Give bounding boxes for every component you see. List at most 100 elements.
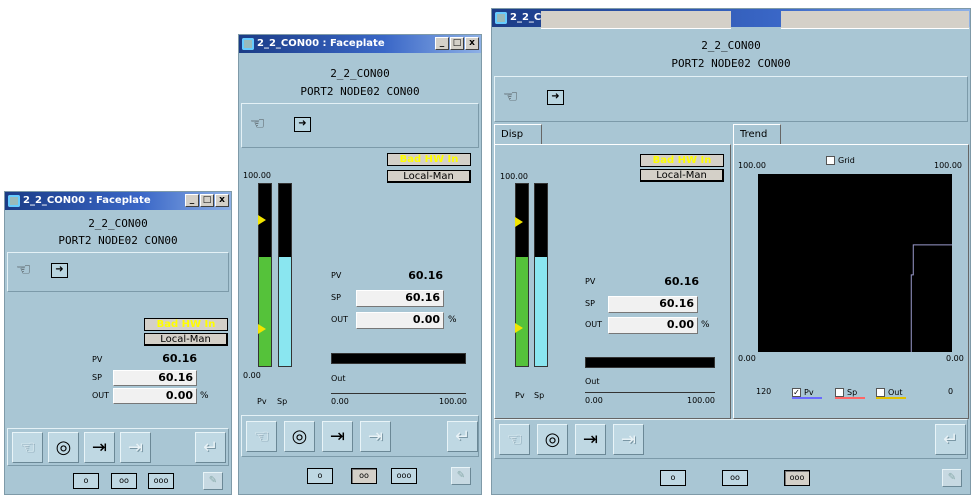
range-hi-label: 100.00 [243,171,271,180]
legend-pv[interactable]: ✓ Pv [792,388,822,399]
tag-name: 2_2_CON00 [88,217,148,230]
legend-out[interactable]: Out [876,388,906,399]
minimize-button[interactable]: _ [435,37,449,50]
bar-pv-label: Pv [515,391,525,400]
out-lo-label: 0.00 [585,396,603,405]
return-icon[interactable]: ↵ [935,424,966,455]
pv-bar [258,183,272,367]
hand-icon[interactable]: ☜ [503,87,518,107]
pin-icon[interactable]: ✎ [942,469,962,487]
sp-label: SP [92,373,102,382]
out-field[interactable]: 0.00 [113,388,197,404]
view-selector: o oo ooo ✎ [494,467,968,489]
out-field[interactable]: 0.00 [356,312,444,329]
view-small-button[interactable]: o [660,470,686,486]
tune-icon[interactable]: ⇥ [322,421,353,452]
tab-strip-fill [781,11,969,29]
title-bar[interactable]: 2_2_CON00 : Faceplate _ □ x [239,35,481,53]
tag-name: 2_2_CON00 [701,39,761,52]
out-checkbox[interactable] [876,388,885,397]
close-button[interactable]: x [465,37,479,50]
enter-icon[interactable]: ➜ [547,90,564,105]
sp-label: SP [331,293,341,302]
mode-spiral-icon[interactable]: ◎ [48,432,79,463]
view-medium-button[interactable]: oo [111,473,137,489]
title-bar[interactable]: 2_2_CON00 : Faceplate _ □ x [5,192,231,210]
enter-icon[interactable]: ⇥ [360,421,391,452]
hand-icon[interactable]: ☜ [250,114,265,134]
enter-icon[interactable]: ⇥ [120,432,151,463]
out-hi-label: 100.00 [687,396,715,405]
app-icon [8,195,20,207]
view-large-button[interactable]: ooo [391,468,417,484]
bar-pv-label: Pv [257,397,267,406]
grid-checkbox[interactable] [826,156,835,165]
maximize-button[interactable]: □ [200,194,214,207]
mode-status[interactable]: Local-Man [144,333,228,346]
tag-description: PORT2 NODE02 CON00 [58,234,178,247]
tune-icon[interactable]: ⇥ [575,424,606,455]
pin-icon[interactable]: ✎ [203,472,223,490]
bar-sp-label: Sp [534,391,545,400]
mode-spiral-icon[interactable]: ◎ [537,424,568,455]
out-scale [585,384,715,393]
window-title: 2_2_CON00 : Faceplate [257,38,385,49]
out-field[interactable]: 0.00 [608,317,698,334]
view-small-button[interactable]: o [307,468,333,484]
view-medium-button[interactable]: oo [722,470,748,486]
out-label: OUT [585,320,603,329]
bar-sp-label: Sp [277,397,288,406]
view-large-button[interactable]: ooo [784,470,810,486]
pin-icon[interactable]: ✎ [451,467,471,485]
mode-status[interactable]: Local-Man [387,170,471,183]
range-lo-label: 0.00 [243,371,261,380]
tab-trend[interactable]: Trend [733,124,781,144]
hand-icon[interactable]: ☜ [16,260,31,280]
pv-marker [258,324,266,334]
mode-spiral-icon[interactable]: ◎ [284,421,315,452]
sp-field[interactable]: 60.16 [608,296,698,313]
pv-bar-fill [516,256,528,366]
maximize-button[interactable]: □ [450,37,464,50]
sp-label: SP [585,299,595,308]
pv-label: PV [585,277,596,286]
minimize-button[interactable]: _ [185,194,199,207]
app-icon [242,38,254,50]
tab-strip-fill [541,11,731,29]
enter-icon[interactable]: ⇥ [613,424,644,455]
return-icon[interactable]: ↵ [195,432,226,463]
out-hi-label: 100.00 [439,397,467,406]
legend-sp[interactable]: Sp [835,388,865,399]
out-label: OUT [331,315,349,324]
view-medium-button[interactable]: oo [351,468,377,484]
mode-status[interactable]: Local-Man [640,169,724,182]
sp-field[interactable]: 60.16 [113,370,197,386]
pv-checkbox[interactable]: ✓ [792,388,801,397]
tune-icon[interactable]: ⇥ [84,432,115,463]
sp-bar-fill [535,256,547,366]
enter-icon[interactable]: ➜ [51,263,68,278]
sp-checkbox[interactable] [835,388,844,397]
trend-plot-bg [758,174,952,352]
app-icon [495,12,507,24]
sp-field[interactable]: 60.16 [356,290,444,307]
return-icon[interactable]: ↵ [447,421,478,452]
view-selector: o oo ooo ✎ [7,470,229,492]
view-small-button[interactable]: o [73,473,99,489]
trend-panel: 100.00 100.00 Grid 0.00 0.00 120 0 ✓ Pv S… [733,144,969,419]
hand-icon[interactable]: ☜ [12,432,43,463]
tab-disp[interactable]: Disp [494,124,542,144]
hand-icon[interactable]: ☜ [246,421,277,452]
trend-y-hi-label: 100.00 [738,161,766,170]
hand-icon[interactable]: ☜ [499,424,530,455]
grid-toggle[interactable]: Grid [826,156,855,165]
trend-x-left-label: 120 [756,387,772,396]
out-unit: % [200,391,209,401]
view-large-button[interactable]: ooo [148,473,174,489]
enter-icon[interactable]: ➜ [294,117,311,132]
pv-bar [515,183,529,367]
close-button[interactable]: x [215,194,229,207]
top-toolbar: ☜ ➜ [494,76,968,122]
sp-bar-fill [279,256,291,366]
trend-plot[interactable] [758,174,952,352]
